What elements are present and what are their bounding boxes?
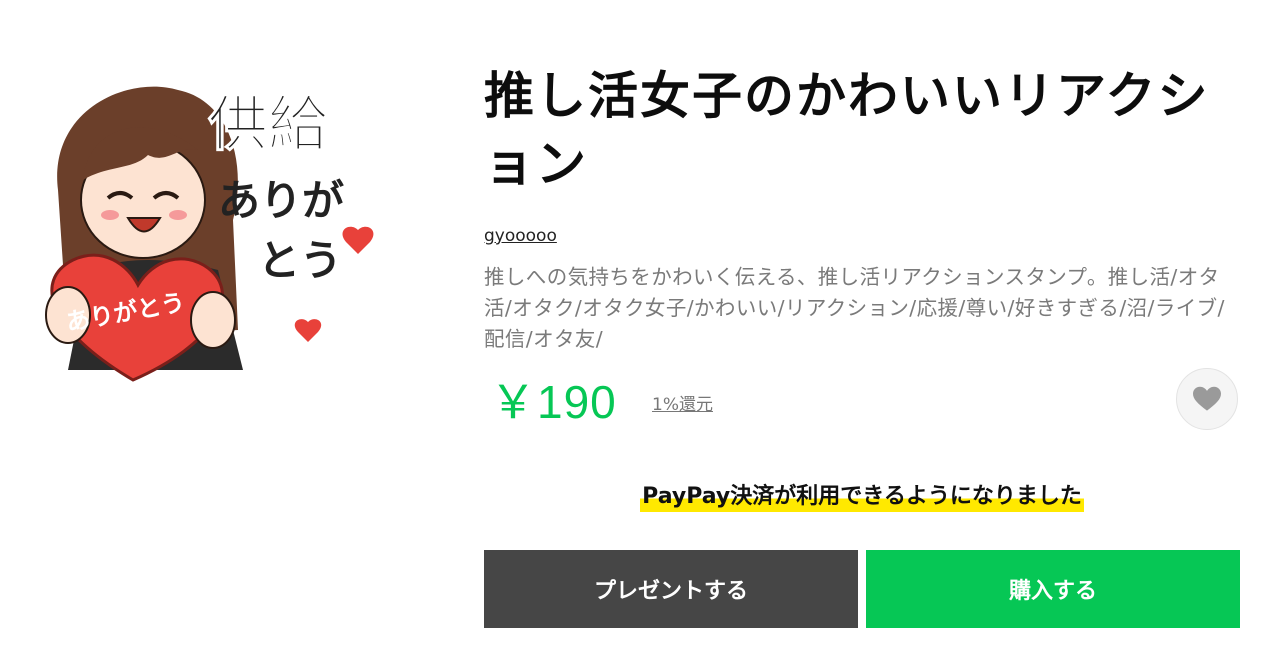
- sticker-text-line-2: ありが: [218, 176, 344, 225]
- paypay-notice: PayPay決済が利用できるようになりました: [484, 482, 1240, 512]
- cashback-link[interactable]: 1%還元: [652, 390, 713, 415]
- favorite-button[interactable]: [1176, 368, 1238, 430]
- paypay-notice-text: PayPay決済が利用できるようになりました: [640, 482, 1084, 512]
- price-row: ￥190 1%還元: [484, 362, 1244, 432]
- product-description: 推しへの気持ちをかわいく伝える、推し活リアクションスタンプ。推し活/オタ活/オタ…: [484, 265, 1225, 351]
- sticker-text-line-3: とう: [258, 236, 342, 285]
- buy-button[interactable]: 購入する: [866, 550, 1240, 628]
- sticker-text-line-1: 供給: [208, 90, 329, 160]
- sticker-main-image: 供給 ありが とう ありがとう: [28, 70, 388, 410]
- product-info: 推し活女子のかわいいリアクション gyooooo 推しへの気持ちをかわいく伝える…: [484, 62, 1244, 628]
- heart-icon: [1193, 386, 1221, 411]
- price: ￥190: [490, 376, 617, 428]
- author-link[interactable]: gyooooo: [484, 226, 557, 246]
- product-title: 推し活女子のかわいいリアクション: [484, 67, 1210, 193]
- present-button[interactable]: プレゼントする: [484, 550, 858, 628]
